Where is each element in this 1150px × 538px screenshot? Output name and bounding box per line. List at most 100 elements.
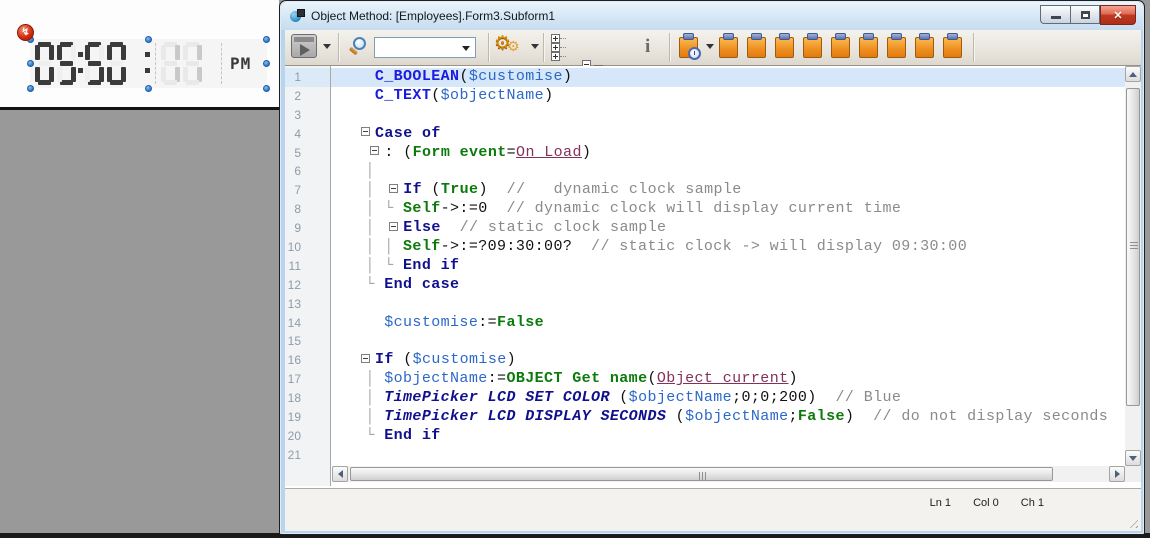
line-number: 13 (285, 295, 331, 314)
clipboard-icon[interactable] (915, 37, 934, 58)
code-line[interactable]: 13 (285, 295, 1125, 314)
code-line[interactable]: 14 $customise:=False (285, 314, 1125, 333)
search-combobox[interactable] (374, 37, 476, 58)
clipboard-icon[interactable] (803, 37, 822, 58)
status-line: Ln 1 (930, 497, 951, 509)
code-line[interactable]: 8 │ └ Self->:=0 // dynamic clock will di… (285, 200, 1125, 219)
line-number: 6 (285, 162, 331, 181)
code-line[interactable]: 18 │ TimePicker LCD SET COLOR ($objectNa… (285, 389, 1125, 408)
scroll-right-button[interactable] (1109, 466, 1125, 482)
code-text: C_TEXT($objectName) (331, 87, 1125, 106)
maximize-icon (1081, 11, 1090, 19)
code-line[interactable]: 16If ($customise) (285, 351, 1125, 370)
arrow-down-icon (1129, 456, 1137, 461)
clipboard-icon[interactable] (943, 37, 962, 58)
clipboard-icon[interactable] (719, 37, 738, 58)
code-text: : (Form event=On Load) (331, 144, 1125, 163)
clipboard-icon[interactable] (859, 37, 878, 58)
selection-handle-bottom-left[interactable] (27, 85, 34, 92)
line-number: 21 (285, 446, 331, 465)
selection-handle-mid-right[interactable] (263, 60, 270, 67)
window-titlebar[interactable]: Object Method: [Employees].Form3.Subform… (281, 2, 1143, 30)
collapse-box-icon[interactable] (361, 127, 370, 136)
code-text: │ $objectName:=OBJECT Get name(Object cu… (331, 370, 1125, 389)
macros-button[interactable] (679, 37, 698, 58)
expand-all-button[interactable] (550, 34, 576, 60)
toolbar-separator (488, 33, 489, 62)
method-window-icon (290, 9, 305, 24)
vertical-scroll-thumb[interactable] (1126, 88, 1140, 406)
thumb-grip-icon (699, 472, 700, 480)
code-text (331, 446, 1125, 465)
code-line[interactable]: 17 │ $objectName:=OBJECT Get name(Object… (285, 370, 1125, 389)
code-text: │ TimePicker LCD DISPLAY SECONDS ($objec… (331, 408, 1125, 427)
code-line[interactable]: 1 C_BOOLEAN($customise) (285, 68, 1125, 87)
horizontal-scrollbar[interactable] (332, 466, 1125, 482)
vertical-scrollbar[interactable] (1125, 66, 1141, 466)
status-character: Ch 1 (1021, 497, 1044, 509)
goto-button[interactable]: ⚙⚙ (494, 34, 530, 60)
selection-handle-top-center[interactable] (145, 36, 152, 43)
execute-method-button[interactable] (291, 34, 317, 58)
code-line[interactable]: 7 │ If (True) // dynamic clock sample (285, 181, 1125, 200)
close-button[interactable]: ✕ (1100, 5, 1136, 25)
toolbar-separator (543, 33, 544, 62)
code-text: │ If (True) // dynamic clock sample (331, 181, 1125, 200)
code-line[interactable]: 6 │ (285, 162, 1125, 181)
object-method-badge-icon[interactable]: ↯ (17, 24, 34, 41)
collapse-box-icon[interactable] (389, 222, 398, 231)
selection-handle-bottom-center[interactable] (145, 85, 152, 92)
code-line[interactable]: 10 │ │ Self->:=?09:30:00? // static cloc… (285, 238, 1125, 257)
selection-handle-top-right[interactable] (263, 36, 270, 43)
selection-handle-bottom-right[interactable] (263, 85, 270, 92)
lcd-clock-widget[interactable]: PM (30, 39, 267, 88)
code-line[interactable]: 21 (285, 446, 1125, 465)
lcd-colon (145, 42, 151, 85)
scroll-left-button[interactable] (332, 466, 348, 482)
collapse-box-icon[interactable] (389, 184, 398, 193)
selection-handle-mid-left[interactable] (27, 60, 34, 67)
collapse-box-icon[interactable] (361, 354, 370, 363)
gears-icon: ⚙⚙ (494, 34, 530, 60)
lcd-digit (35, 42, 54, 85)
code-line[interactable]: 12 └ End case (285, 276, 1125, 295)
clipboard-icon[interactable] (747, 37, 766, 58)
resize-grip[interactable] (1126, 516, 1138, 528)
code-text: │ │ Self->:=?09:30:00? // static clock -… (331, 238, 1125, 257)
minimize-button[interactable] (1040, 5, 1070, 24)
code-line[interactable]: 3 (285, 106, 1125, 125)
lcd-separator (221, 43, 222, 84)
maximize-button[interactable] (1070, 5, 1100, 24)
information-button[interactable]: i (645, 34, 650, 60)
code-line[interactable]: 9 │ Else // static clock sample (285, 219, 1125, 238)
execute-dropdown-arrow-icon[interactable] (323, 44, 331, 49)
line-number: 10 (285, 238, 331, 257)
code-line[interactable]: 15 (285, 332, 1125, 351)
line-number: 2 (285, 87, 331, 106)
clipboard-icon[interactable] (775, 37, 794, 58)
line-number: 17 (285, 370, 331, 389)
horizontal-scroll-thumb[interactable] (350, 467, 1053, 481)
collapse-box-icon[interactable] (370, 146, 379, 155)
code-line[interactable]: 11 │ └ End if (285, 257, 1125, 276)
code-editor[interactable]: 1 C_BOOLEAN($customise)2 C_TEXT($objectN… (285, 66, 1141, 486)
scrollbar-corner (1125, 466, 1141, 482)
code-line[interactable]: 5 : (Form event=On Load) (285, 144, 1125, 163)
window-content: ⚙⚙ (285, 30, 1141, 531)
code-lines[interactable]: 1 C_BOOLEAN($customise)2 C_TEXT($objectN… (285, 68, 1125, 465)
toolbar-separator (973, 33, 974, 62)
search-button[interactable] (347, 36, 369, 60)
code-line[interactable]: 4Case of (285, 125, 1125, 144)
minimize-icon (1051, 16, 1061, 19)
scroll-down-button[interactable] (1125, 450, 1141, 466)
goto-dropdown-arrow-icon[interactable] (531, 44, 539, 49)
clipboard-icon[interactable] (887, 37, 906, 58)
code-line[interactable]: 19 │ TimePicker LCD DISPLAY SECONDS ($ob… (285, 408, 1125, 427)
macros-dropdown-arrow-icon[interactable] (706, 44, 714, 49)
clipboard-icon[interactable] (831, 37, 850, 58)
line-number: 16 (285, 351, 331, 370)
scroll-up-button[interactable] (1125, 66, 1141, 82)
code-line[interactable]: 2 C_TEXT($objectName) (285, 87, 1125, 106)
combo-dropdown-arrow-icon[interactable] (462, 46, 470, 51)
code-line[interactable]: 20 └ End if (285, 427, 1125, 446)
